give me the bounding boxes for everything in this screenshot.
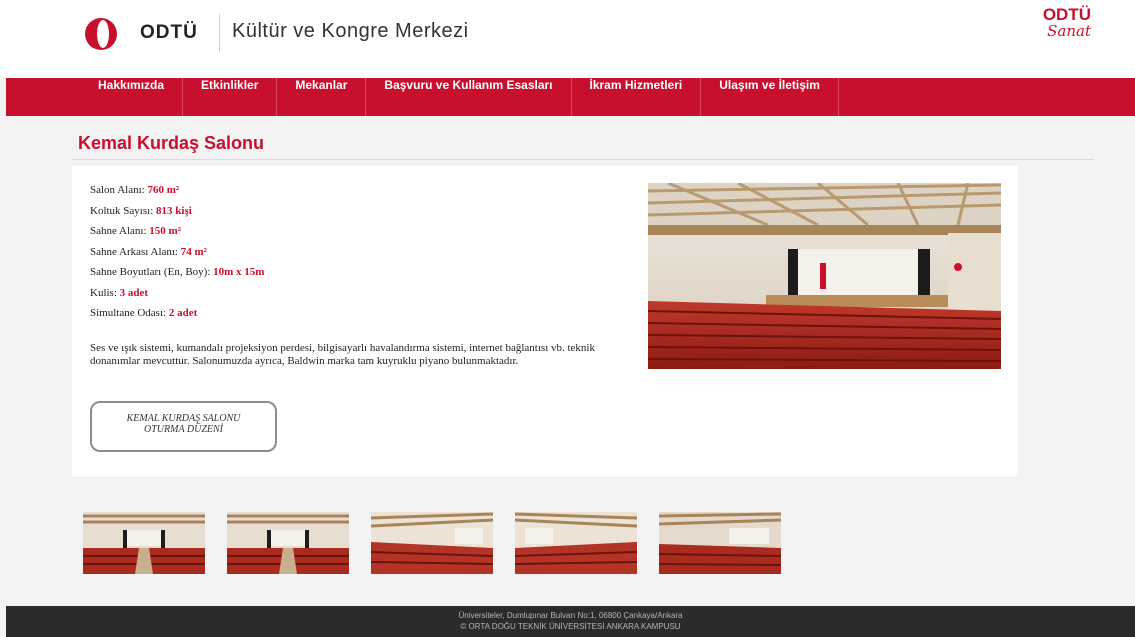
- spec-simultane-odasi: Simultane Odası: 2 adet: [90, 303, 264, 324]
- auditorium-photo-thumbnail-icon: [515, 512, 637, 574]
- spec-label: Sahne Arkası Alanı:: [90, 245, 181, 258]
- spec-sahne-alani: Sahne Alanı: 150 m²: [90, 221, 264, 242]
- auditorium-photo-thumbnail-icon: [371, 512, 493, 574]
- hall-main-photo: [648, 183, 1001, 369]
- spec-value: 74 m²: [180, 245, 207, 258]
- gallery-thumbnail[interactable]: [227, 512, 349, 574]
- spec-value: 813 kişi: [156, 204, 192, 217]
- nav-item-etkinlikler[interactable]: Etkinlikler: [183, 78, 278, 116]
- spec-value: 10m x 15m: [213, 266, 265, 278]
- seating-button-line2: OTURMA DÜZENİ: [144, 424, 223, 435]
- spec-sahne-boyutlari: Sahne Boyutları (En, Boy): 10m x 15m: [90, 262, 264, 283]
- auditorium-photo-thumbnail-icon: [659, 512, 781, 574]
- spec-value: 760 m²: [147, 184, 180, 196]
- spec-label: Sahne Boyutları (En, Boy):: [90, 266, 214, 278]
- spec-label: Kulis:: [90, 286, 120, 299]
- spec-sahne-arkasi-alani: Sahne Arkası Alanı: 74 m²: [90, 242, 264, 263]
- brand-name[interactable]: ODTÜ: [140, 22, 198, 44]
- spec-list: Salon Alanı: 760 m² Koltuk Sayısı: 813 k…: [90, 180, 264, 324]
- brand-divider: [219, 14, 220, 52]
- nav-item-hakkimizda[interactable]: Hakkımızda: [80, 78, 184, 116]
- spec-value: 150 m²: [149, 225, 181, 237]
- seating-button-line1: KEMAL KURDAŞ SALONU: [126, 413, 241, 424]
- sanat-logo-bottom: Sanat: [1047, 22, 1091, 40]
- spec-value: 3 adet: [119, 286, 149, 299]
- site-header: ODTÜ Kültür ve Kongre Merkezi ODTÜ Sanat: [0, 0, 1135, 78]
- nav-item-ulasim[interactable]: Ulaşım ve İletişim: [701, 78, 839, 116]
- main-nav: Hakkımızda Etkinlikler Mekanlar Başvuru …: [6, 78, 1135, 116]
- page-title: Kemal Kurdaş Salonu: [78, 133, 265, 153]
- sanat-logo-top: ODTÜ: [1042, 5, 1091, 24]
- spec-salon-alani: Salon Alanı: 760 m²: [90, 180, 264, 201]
- spec-label: Koltuk Sayısı:: [90, 204, 157, 217]
- site-title[interactable]: Kültür ve Kongre Merkezi: [232, 20, 469, 43]
- gallery-thumbnail[interactable]: [371, 512, 493, 574]
- nav-item-ikram[interactable]: İkram Hizmetleri: [572, 78, 702, 116]
- spec-value: 2 adet: [168, 307, 198, 319]
- gallery-thumbnail[interactable]: [83, 512, 205, 574]
- footer-copyright: © ORTA DOĞU TEKNİK ÜNİVERSİTESİ ANKARA K…: [460, 622, 681, 631]
- auditorium-photo-thumbnail-icon: [227, 512, 349, 574]
- spec-label: Sahne Alanı:: [90, 225, 150, 237]
- site-footer: Üniversiteler, Dumlupınar Bulvarı No:1, …: [6, 606, 1135, 637]
- thumbnail-gallery: [83, 512, 781, 574]
- spec-label: Simultane Odası:: [90, 307, 169, 319]
- spec-koltuk-sayisi: Koltuk Sayısı: 813 kişi: [90, 201, 264, 222]
- title-divider: [72, 159, 1094, 160]
- footer-address: Üniversiteler, Dumlupınar Bulvarı No:1, …: [458, 611, 683, 620]
- gallery-thumbnail[interactable]: [659, 512, 781, 574]
- nav-item-mekanlar[interactable]: Mekanlar: [277, 78, 367, 116]
- spec-label: Salon Alanı:: [90, 184, 148, 196]
- gallery-thumbnail[interactable]: [515, 512, 637, 574]
- hall-description: Ses ve ışık sistemi, kumandalı projeksiy…: [90, 342, 595, 367]
- spec-kulis: Kulis: 3 adet: [90, 283, 264, 304]
- nav-item-basvuru[interactable]: Başvuru ve Kullanım Esasları: [366, 78, 572, 116]
- auditorium-photo-thumbnail-icon: [83, 512, 205, 574]
- odtu-logo-icon[interactable]: [84, 17, 128, 51]
- seating-plan-button[interactable]: KEMAL KURDAŞ SALONU OTURMA DÜZENİ: [90, 401, 277, 452]
- odtu-sanat-logo[interactable]: ODTÜ Sanat: [1039, 6, 1091, 40]
